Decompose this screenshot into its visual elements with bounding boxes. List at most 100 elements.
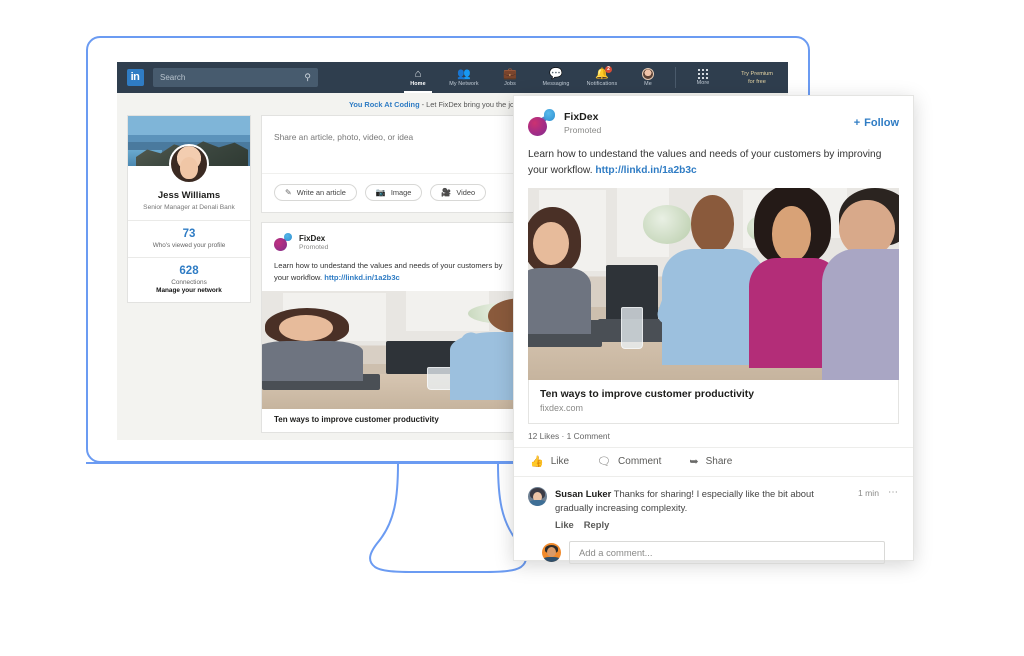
follow-button[interactable]: + Follow: [854, 117, 899, 129]
nav-item-messaging-label: Messaging: [542, 80, 570, 87]
comment-reply-link[interactable]: Reply: [584, 519, 610, 530]
comment-text-row: Susan Luker Thanks for sharing! I especi…: [555, 487, 849, 515]
overlay-post-header: FixDex Promoted + Follow: [514, 96, 913, 136]
overlay-link-card[interactable]: Ten ways to improve customer productivit…: [528, 380, 899, 424]
nav-item-notifications[interactable]: 🔔 2 Notifications: [579, 62, 625, 93]
feed-post-text-line2: your workflow.: [274, 273, 325, 282]
fixdex-logo-icon: [274, 233, 292, 251]
nav-item-home[interactable]: ⌂ Home: [395, 62, 441, 93]
camera-icon: 📷: [375, 188, 386, 197]
nav-item-notifications-label: Notifications: [586, 80, 618, 87]
comment-item: Susan Luker Thanks for sharing! I especi…: [528, 487, 899, 530]
video-camera-icon: 🎥: [441, 188, 452, 197]
susan-avatar[interactable]: [528, 487, 547, 506]
ellipsis-icon[interactable]: ⋯: [888, 487, 899, 498]
overlay-post-body: Learn how to undestand the values and ne…: [528, 149, 882, 176]
profile-headline: Senior Manager at Denali Bank: [143, 204, 235, 211]
add-comment-row: Add a comment...: [528, 530, 899, 577]
connections-stat[interactable]: 628 Connections Manage your network: [128, 258, 250, 302]
image-button[interactable]: 📷 Image: [364, 184, 423, 201]
comment-bubble-icon: 🗨: [597, 456, 612, 468]
monitor-stand: [365, 463, 531, 575]
premium-line-2: for free: [748, 78, 766, 85]
overlay-post-link[interactable]: http://linkd.in/1a2b3c: [595, 165, 696, 176]
share-label: Share: [705, 456, 733, 467]
nav-item-my-network-label: My Network: [449, 80, 479, 87]
nav-item-more[interactable]: More: [680, 62, 726, 93]
nav-item-me[interactable]: Me: [625, 62, 671, 93]
comment-button[interactable]: 🗨 Comment: [597, 455, 661, 468]
like-label: Like: [550, 456, 570, 467]
overlay-link-domain: fixdex.com: [540, 403, 584, 413]
nav-item-messaging[interactable]: 💬 Messaging: [533, 62, 579, 93]
nav-item-more-label: More: [696, 80, 710, 87]
add-comment-placeholder: Add a comment...: [579, 547, 653, 558]
profile-views-stat[interactable]: 73 Who's viewed your profile: [128, 221, 250, 257]
overlay-engagement-stats[interactable]: 12 Likes · 1 Comment: [514, 424, 913, 447]
overlay-comments-section: Susan Luker Thanks for sharing! I especi…: [514, 476, 913, 577]
person-far-right: [821, 188, 899, 380]
nav-item-me-label: Me: [644, 81, 652, 87]
feed-post-author[interactable]: FixDex: [299, 234, 328, 243]
navbar-divider: [675, 67, 676, 88]
nav-item-my-network[interactable]: 👥 My Network: [441, 62, 487, 93]
manage-network-link[interactable]: Manage your network: [132, 287, 246, 294]
thumbs-up-icon: 👍: [530, 456, 544, 468]
video-button[interactable]: 🎥 Video: [430, 184, 487, 201]
briefcase-icon: 💼: [503, 67, 517, 80]
try-premium-button[interactable]: Try Premium for free: [726, 62, 788, 93]
connections-count: 628: [179, 265, 199, 277]
overlay-author-block: FixDex Promoted: [564, 111, 601, 135]
overlay-post-photo[interactable]: [528, 188, 899, 380]
share-placeholder: Share an article, photo, video, or idea: [274, 132, 414, 142]
feed-post-promoted: Promoted: [299, 243, 329, 251]
search-icon[interactable]: ⚲: [304, 72, 311, 83]
meeting-photo: [528, 188, 899, 380]
screenshot-stage: in Search ⚲ ⌂ Home 👥 My Network 💼 Jobs 💬…: [0, 0, 1024, 656]
overlay-post-author[interactable]: FixDex: [564, 111, 601, 123]
comment-body: Susan Luker Thanks for sharing! I especi…: [555, 487, 899, 531]
feed-post-text-line1: Learn how to undestand the values and ne…: [274, 261, 503, 270]
linkedin-navbar: in Search ⚲ ⌂ Home 👥 My Network 💼 Jobs 💬…: [117, 62, 788, 93]
overlay-post-promoted: Promoted: [564, 124, 602, 135]
comment-author[interactable]: Susan Luker: [555, 488, 611, 499]
like-button[interactable]: 👍 Like: [530, 455, 569, 468]
video-label: Video: [456, 188, 476, 197]
profile-views-count: 73: [182, 228, 196, 240]
person-left: [528, 207, 592, 334]
feed-post-link[interactable]: http://linkd.in/1a2b3c: [324, 273, 400, 282]
pencil-square-icon: ✎: [285, 188, 292, 197]
add-comment-input[interactable]: Add a comment...: [569, 541, 885, 564]
write-article-label: Write an article: [296, 188, 346, 197]
share-button[interactable]: ➥ Share: [689, 455, 732, 468]
follow-label: Follow: [864, 116, 899, 129]
page-title: Jess Williams: [157, 190, 221, 201]
write-article-button[interactable]: ✎ Write an article: [274, 184, 357, 201]
overlay-post-text: Learn how to undestand the values and ne…: [514, 136, 913, 188]
people-icon: 👥: [457, 67, 471, 80]
overlay-link-title: Ten ways to improve customer productivit…: [540, 389, 755, 400]
person-left: [262, 307, 365, 381]
linkedin-logo-mark: in: [126, 69, 144, 86]
comment-actions: Like Reply: [555, 519, 899, 530]
nav-item-home-label: Home: [410, 80, 426, 87]
profile-card[interactable]: Jess Williams Senior Manager at Denali B…: [127, 115, 251, 303]
comment-like-link[interactable]: Like: [555, 519, 574, 530]
left-sidebar: Jess Williams Senior Manager at Denali B…: [127, 115, 251, 433]
avatar[interactable]: [169, 144, 209, 184]
post-detail-overlay: FixDex Promoted + Follow Learn how to un…: [513, 95, 914, 564]
user-avatar[interactable]: [542, 543, 561, 562]
message-icon: 💬: [549, 67, 563, 80]
nav-item-jobs-label: Jobs: [504, 80, 516, 87]
promo-banner-link[interactable]: You Rock At Coding: [349, 100, 420, 109]
home-icon: ⌂: [414, 67, 422, 80]
comment-label: Comment: [618, 456, 662, 467]
search-input[interactable]: Search ⚲: [153, 68, 318, 87]
navbar-items: ⌂ Home 👥 My Network 💼 Jobs 💬 Messaging 🔔: [395, 62, 788, 93]
nav-item-jobs[interactable]: 💼 Jobs: [487, 62, 533, 93]
avatar-face: [180, 156, 198, 179]
image-label: Image: [390, 188, 412, 197]
avatar-icon: [642, 68, 654, 80]
search-placeholder: Search: [160, 73, 186, 82]
linkedin-logo[interactable]: in: [117, 62, 153, 93]
